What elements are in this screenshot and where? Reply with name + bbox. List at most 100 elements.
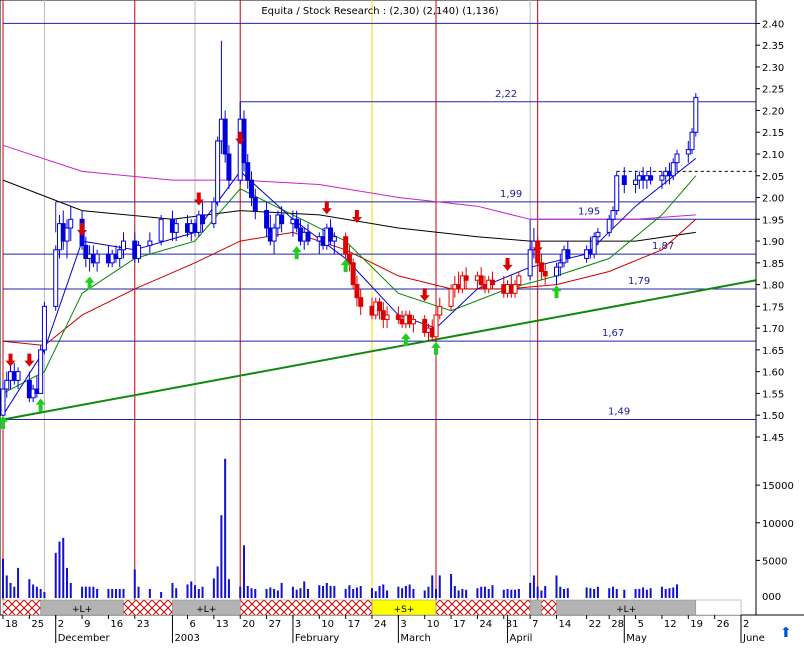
volume-bar [487,588,490,598]
y-tick-label: 2.35 [762,41,784,52]
x-date-label: 3 [295,619,301,630]
volume-bar [540,590,543,598]
volume-bar [438,575,441,598]
candle-body [331,236,337,242]
volume-bar [194,585,197,598]
volume-bar [122,588,125,598]
candle-body [346,253,352,264]
level-label: 1,67 [602,328,624,339]
x-date-label: 2 [743,619,749,630]
volume-bar [645,589,648,598]
candle-body [489,279,495,286]
candle-body [294,218,300,229]
volume-tick-label: 5000 [762,556,787,567]
y-tick-label: 2.25 [762,85,784,96]
volume-bar [502,589,505,598]
candle-body [448,288,454,307]
x-date-label: 12 [664,619,677,630]
candle-body [245,162,251,181]
volume-bar [675,584,678,598]
volume-bar [69,582,72,598]
signal-band-segment [239,599,373,616]
volume-bar [92,586,95,598]
volume-bar [220,515,223,598]
signal-band-segment [695,599,742,616]
volume-bar [322,585,325,598]
plot-background [0,0,804,616]
level-label: 1,95 [578,206,600,217]
volume-bar [54,552,57,598]
volume-bar [480,586,483,598]
y-tick-label: 1.85 [762,259,784,270]
volume-bar [355,587,358,598]
candle-body [516,275,522,286]
volume-bar [371,588,373,598]
volume-bar [216,566,219,598]
candle-body [53,249,59,307]
candle-body [222,118,228,155]
candle-body [211,201,217,225]
volume-bar [532,575,535,598]
candle-body [557,262,563,268]
volume-bar [250,588,253,598]
candle-body [565,249,571,259]
volume-bar [611,586,614,598]
candle-body [215,140,221,203]
signal-band-segment [2,599,41,616]
volume-bar [668,588,671,598]
y-tick-label: 1.45 [762,433,784,444]
scroll-up-arrow-icon[interactable]: ⬆ [780,625,792,641]
volume-bar [276,590,279,598]
volume-bar [435,588,438,598]
candle-body [41,305,47,351]
x-date-label: 10 [321,619,334,630]
volume-bar [239,586,242,598]
volume-bar [224,458,227,598]
signal-band-label: +L+ [616,605,636,615]
candle-body [433,314,439,338]
volume-bar [596,586,599,598]
volume-bar [325,582,328,598]
x-date-label: 10 [427,619,440,630]
candle-body [94,253,100,264]
volume-bar [273,588,276,598]
candle-body [38,349,44,394]
x-date-label: 7 [532,619,538,630]
y-tick-label: 1.75 [762,302,784,313]
volume-bar [386,590,389,598]
candle-body [689,131,695,151]
x-date-label: 6 [190,619,196,630]
candle-body [358,297,364,307]
level-label: 1,99 [500,189,522,200]
volume-bar [457,590,460,598]
chart-title: Equita / Stock Research : (2,30) (2,140)… [261,6,498,17]
volume-bar [352,588,355,598]
volume-bar [450,573,453,598]
x-month-label: June [742,633,765,644]
volume-bar [318,585,321,598]
volume-bar [118,588,121,598]
candle-body [120,240,126,251]
x-date-label: 16 [110,619,123,630]
volume-tick-label: 10000 [762,519,794,530]
x-date-label: 5 [638,619,644,630]
volume-bar [17,567,20,598]
volume-bar [111,588,114,598]
signal-band-segment [123,599,173,616]
volume-bar [566,588,569,598]
volume-bar [401,588,404,598]
candle-body [354,284,360,299]
x-date-label: 25 [31,619,44,630]
candle-body [437,305,443,316]
volume-bar [544,585,547,598]
x-month-label: May [626,633,647,644]
x-month-label: March [400,633,430,644]
volume-bar [344,588,347,598]
candle-body [554,266,559,277]
candle-body [621,175,627,185]
volume-bar [114,588,117,598]
candle-body [542,271,548,277]
volume-bar [536,586,539,598]
x-date-label: 24 [374,619,387,630]
chart-stage: 2,22 1,99 1,95 1,87 1,79 1,67 1,49 +L+ +L+ +S+ +L… [0,0,804,645]
